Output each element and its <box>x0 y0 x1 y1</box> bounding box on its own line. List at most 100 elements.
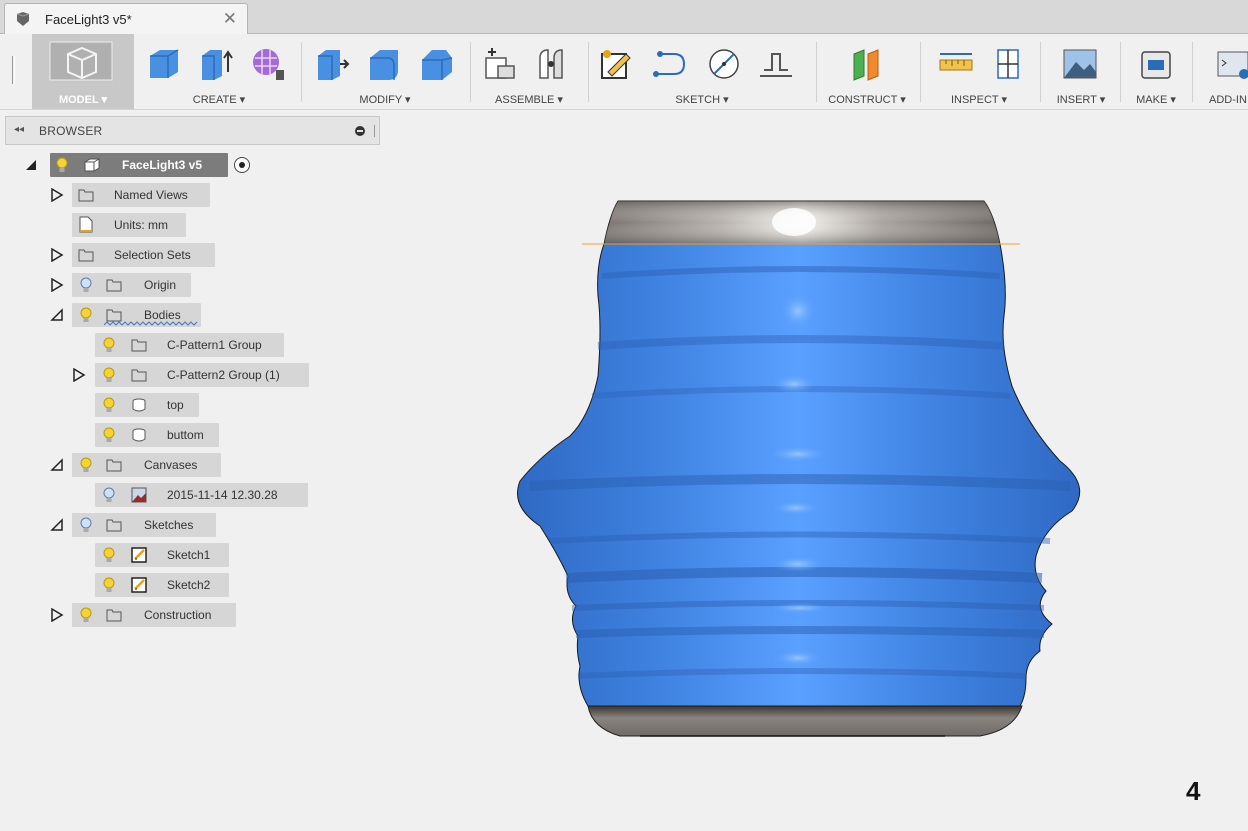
browser-title: BROWSER <box>39 124 103 138</box>
tree-node-canvas-image[interactable]: 2015-11-14 12.30.28 <box>95 483 308 507</box>
addins-menu-label[interactable]: ADD-IN <box>1209 94 1248 106</box>
insert-group: INSERT ▾ <box>1044 34 1118 109</box>
3d-viewport[interactable] <box>380 146 1248 828</box>
folder-icon <box>106 609 122 622</box>
collapse-browser-icon[interactable]: ◂◂ <box>14 124 24 135</box>
new-component-icon[interactable] <box>482 46 518 82</box>
expand-triangle-icon[interactable] <box>50 608 64 622</box>
modify-group: MODIFY ▾ <box>306 34 464 109</box>
lightbulb-on-icon[interactable] <box>103 427 115 443</box>
document-tab-title: FaceLight3 v5* <box>45 12 132 27</box>
expand-triangle-icon[interactable] <box>50 248 64 262</box>
bottom-cap-body[interactable] <box>587 705 1023 737</box>
lightbulb-on-icon[interactable] <box>56 157 68 173</box>
tree-node-bodies[interactable]: Bodies <box>72 303 201 327</box>
sketch-menu-label[interactable]: SKETCH ▾ <box>592 93 812 106</box>
construct-menu-label[interactable]: CONSTRUCT ▾ <box>818 93 916 106</box>
create-sketch-icon[interactable] <box>598 46 634 82</box>
tree-node-top[interactable]: top <box>95 393 199 417</box>
toolbar-grip-icon[interactable] <box>12 56 15 84</box>
tree-node-named-views[interactable]: Named Views <box>72 183 210 207</box>
lightbulb-on-icon[interactable] <box>103 577 115 593</box>
canvas-image-icon <box>131 487 147 503</box>
pin-panel-icon[interactable] <box>355 126 365 136</box>
lightbulb-off-icon[interactable] <box>103 487 115 503</box>
collapse-triangle-icon[interactable] <box>50 518 64 532</box>
lightbulb-on-icon[interactable] <box>103 547 115 563</box>
lamp-model[interactable] <box>380 146 1248 828</box>
create-group: CREATE ▾ <box>140 34 298 109</box>
document-tab-bar: FaceLight3 v5* ✕ <box>0 0 1248 34</box>
tree-label-origin: Origin <box>144 278 177 292</box>
create-menu-label[interactable]: CREATE ▾ <box>140 93 298 106</box>
tree-node-sketches[interactable]: Sketches <box>72 513 216 537</box>
scripts-icon[interactable] <box>1216 46 1248 82</box>
folder-icon <box>106 459 122 472</box>
lightbulb-on-icon[interactable] <box>103 367 115 383</box>
assemble-menu-label[interactable]: ASSEMBLE ▾ <box>474 93 584 106</box>
lightbulb-on-icon[interactable] <box>103 397 115 413</box>
expand-triangle-icon[interactable] <box>50 278 64 292</box>
joint-icon[interactable] <box>534 46 570 82</box>
tree-node-buttom[interactable]: buttom <box>95 423 219 447</box>
expand-triangle-icon[interactable] <box>50 188 64 202</box>
tree-label-sketch2: Sketch2 <box>167 578 211 592</box>
modify-menu-label[interactable]: MODIFY ▾ <box>306 93 464 106</box>
tree-label-sketches: Sketches <box>144 518 194 532</box>
lightbulb-on-icon[interactable] <box>80 307 92 323</box>
tree-node-origin[interactable]: Origin <box>72 273 191 297</box>
folder-icon <box>106 279 122 292</box>
measure-icon[interactable] <box>938 46 974 82</box>
lightbulb-on-icon[interactable] <box>80 457 92 473</box>
chamfer-icon[interactable] <box>418 46 454 82</box>
active-component-radio[interactable] <box>234 157 250 173</box>
collapse-triangle-icon[interactable] <box>50 458 64 472</box>
tree-node-c-pattern1[interactable]: C-Pattern1 Group <box>95 333 284 357</box>
close-tab-icon[interactable]: ✕ <box>223 9 237 29</box>
body-cylinder-icon <box>132 428 146 442</box>
fillet-icon[interactable] <box>366 46 402 82</box>
lightbulb-on-icon[interactable] <box>103 337 115 353</box>
offset-icon[interactable] <box>758 46 794 82</box>
folder-icon <box>106 519 122 532</box>
tree-node-sketch2[interactable]: Sketch2 <box>95 573 229 597</box>
construct-plane-icon[interactable] <box>848 46 884 82</box>
collapse-triangle-icon[interactable] <box>24 158 38 172</box>
tree-node-root[interactable]: FaceLight3 v5 <box>50 153 228 177</box>
tree-label-bodies: Bodies <box>144 308 181 322</box>
press-pull-icon[interactable] <box>314 46 350 82</box>
tree-label-top: top <box>167 398 184 412</box>
tree-node-units[interactable]: Units: mm <box>72 213 186 237</box>
tree-node-canvases[interactable]: Canvases <box>72 453 221 477</box>
tree-node-selection-sets[interactable]: Selection Sets <box>72 243 215 267</box>
document-tab[interactable]: FaceLight3 v5* ✕ <box>4 3 248 34</box>
inspect-menu-label[interactable]: INSPECT ▾ <box>924 93 1034 106</box>
insert-menu-label[interactable]: INSERT ▾ <box>1044 93 1118 106</box>
tree-node-construction[interactable]: Construction <box>72 603 236 627</box>
document-settings-icon <box>79 216 93 233</box>
sketch-icon <box>131 577 147 593</box>
construct-group: CONSTRUCT ▾ <box>818 34 916 109</box>
collapse-triangle-icon[interactable] <box>50 308 64 322</box>
body-cylinder-icon <box>132 398 146 412</box>
tree-node-c-pattern2[interactable]: C-Pattern2 Group (1) <box>95 363 309 387</box>
lightbulb-on-icon[interactable] <box>80 607 92 623</box>
lightbulb-off-icon[interactable] <box>80 277 92 293</box>
tree-label-root: FaceLight3 v5 <box>122 158 203 172</box>
line-icon[interactable] <box>652 46 688 82</box>
extrude-icon[interactable] <box>198 46 234 82</box>
section-analysis-icon[interactable] <box>990 46 1026 82</box>
folder-icon <box>131 339 147 352</box>
browser-panel-header: ◂◂ BROWSER <box>5 116 380 145</box>
box-icon[interactable] <box>146 46 182 82</box>
create-form-icon[interactable] <box>250 46 286 82</box>
3d-print-icon[interactable] <box>1138 46 1174 82</box>
workspace-switcher[interactable]: MODEL ▾ <box>32 34 134 109</box>
make-menu-label[interactable]: MAKE ▾ <box>1124 93 1188 106</box>
lightbulb-off-icon[interactable] <box>80 517 92 533</box>
insert-canvas-icon[interactable] <box>1062 46 1098 82</box>
expand-triangle-icon[interactable] <box>72 368 86 382</box>
circle-icon[interactable] <box>706 46 742 82</box>
tree-node-sketch1[interactable]: Sketch1 <box>95 543 229 567</box>
model-menu-label: MODEL ▾ <box>58 94 108 106</box>
